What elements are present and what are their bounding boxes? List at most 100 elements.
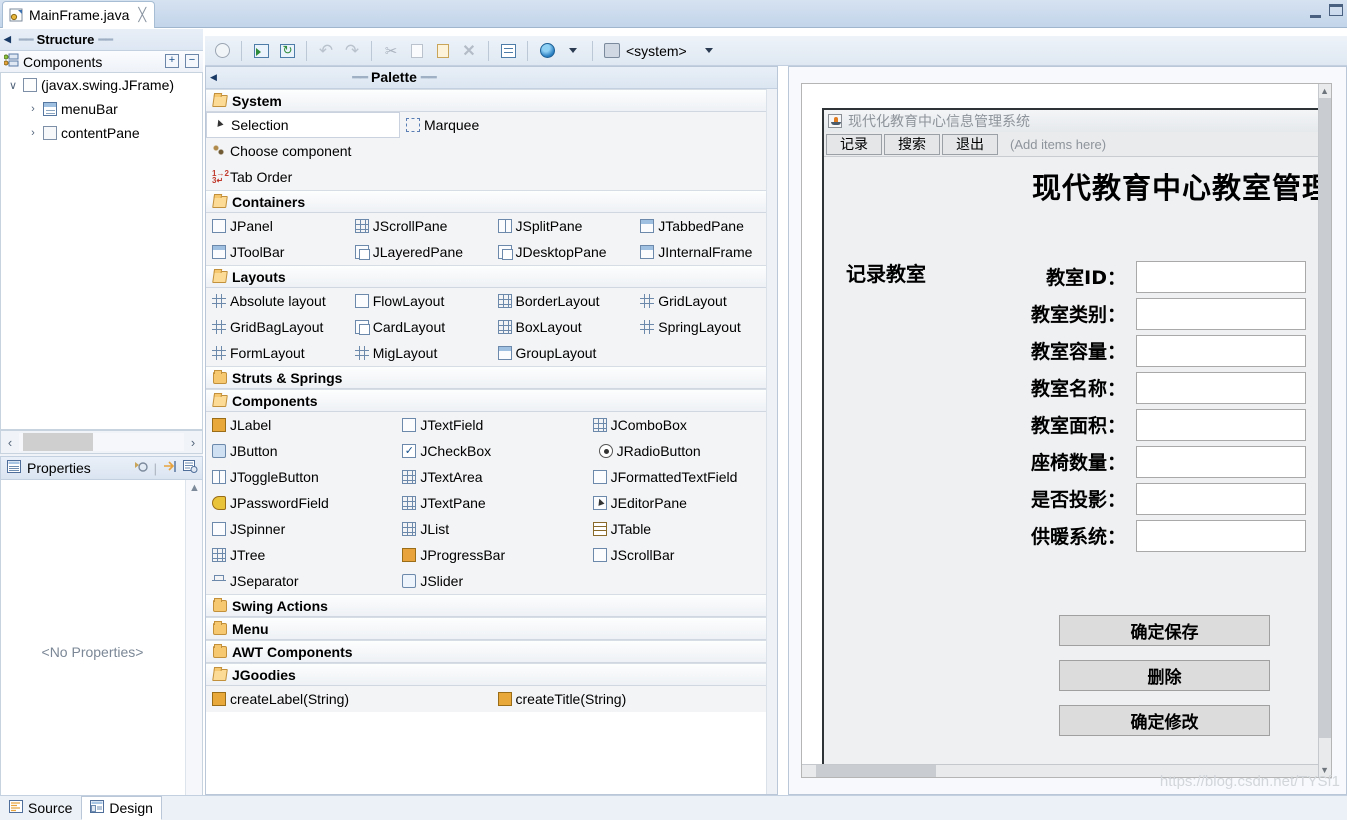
palette-item-jbutton[interactable]: JButton bbox=[206, 438, 396, 464]
classroom-id-input[interactable] bbox=[1136, 261, 1306, 293]
palette-item-grouplayout[interactable]: GroupLayout bbox=[492, 340, 635, 366]
paste-icon[interactable] bbox=[431, 39, 455, 63]
form-icon[interactable] bbox=[496, 39, 520, 63]
palette-item-jlabel[interactable]: JLabel bbox=[206, 412, 396, 438]
design-canvas[interactable]: 现代化教育中心信息管理系统 记录 搜索 退出 (Add items here) … bbox=[801, 83, 1332, 778]
palette-item-jspinner[interactable]: JSpinner bbox=[206, 516, 396, 542]
palette-item-jinternalframe[interactable]: JInternalFrame bbox=[634, 239, 777, 265]
palette-item-springlayout[interactable]: SpringLayout bbox=[634, 314, 777, 340]
bulb-icon[interactable] bbox=[210, 39, 234, 63]
delete-button[interactable]: 删除 bbox=[1059, 660, 1270, 691]
palette-item-jeditorpane[interactable]: JEditorPane bbox=[587, 490, 777, 516]
palette-vertical-scrollbar[interactable] bbox=[766, 89, 777, 794]
palette-category-layouts[interactable]: Layouts bbox=[206, 265, 777, 288]
scroll-up-icon[interactable]: ▲ bbox=[186, 480, 203, 497]
jmenubar[interactable]: 记录 搜索 退出 (Add items here) bbox=[824, 132, 1332, 157]
editor-tab-mainframe[interactable]: MainFrame.java ╳ bbox=[2, 1, 155, 28]
close-icon[interactable]: ╳ bbox=[138, 7, 146, 23]
palette-item-jslider[interactable]: JSlider bbox=[396, 568, 586, 594]
save-button[interactable]: 确定保存 bbox=[1059, 615, 1270, 646]
scroll-thumb[interactable] bbox=[1319, 98, 1331, 738]
maximize-icon[interactable] bbox=[1329, 4, 1343, 16]
palette-item-jdesktoppane[interactable]: JDesktopPane bbox=[492, 239, 635, 265]
palette-category-jgoodies[interactable]: JGoodies bbox=[206, 663, 777, 686]
palette-item-choose-component[interactable]: Choose component bbox=[206, 138, 399, 164]
palette-item-createtitle[interactable]: createTitle(String) bbox=[492, 686, 778, 712]
globe-icon[interactable] bbox=[535, 39, 559, 63]
classroom-area-input[interactable] bbox=[1136, 409, 1306, 441]
heating-system-input[interactable] bbox=[1136, 520, 1306, 552]
palette-item-miglayout[interactable]: MigLayout bbox=[349, 340, 492, 366]
classroom-capacity-input[interactable] bbox=[1136, 335, 1306, 367]
palette-item-jtextpane[interactable]: JTextPane bbox=[396, 490, 586, 516]
palette-item-jcombobox[interactable]: JComboBox bbox=[587, 412, 777, 438]
properties-vertical-scrollbar[interactable]: ▲ ▼ bbox=[185, 480, 202, 820]
menu-item-exit[interactable]: 退出 bbox=[942, 134, 998, 155]
palette-item-jtextfield[interactable]: JTextField bbox=[396, 412, 586, 438]
refresh-icon[interactable] bbox=[275, 39, 299, 63]
palette-item-borderlayout[interactable]: BorderLayout bbox=[492, 288, 635, 314]
palette-item-jtogglebutton[interactable]: JToggleButton bbox=[206, 464, 396, 490]
palette-item-jlist[interactable]: JList bbox=[396, 516, 586, 542]
redo-icon[interactable]: ↷ bbox=[340, 39, 364, 63]
menu-item-search[interactable]: 搜索 bbox=[884, 134, 940, 155]
system-selector[interactable]: <system> bbox=[604, 43, 713, 59]
tab-source[interactable]: Source bbox=[0, 796, 81, 820]
palette-collapse-icon[interactable]: ◀ bbox=[206, 72, 221, 83]
tree-item-menubar[interactable]: › menuBar bbox=[1, 97, 202, 121]
classroom-type-input[interactable] bbox=[1136, 298, 1306, 330]
twisty-icon[interactable]: ∨ bbox=[7, 79, 19, 92]
palette-item-boxlayout[interactable]: BoxLayout bbox=[492, 314, 635, 340]
palette-item-tab-order[interactable]: 1→23↵ Tab Order bbox=[206, 164, 777, 190]
palette-item-jpanel[interactable]: JPanel bbox=[206, 213, 349, 239]
twisty-icon[interactable]: › bbox=[27, 127, 39, 139]
tree-item-contentpane[interactable]: › contentPane bbox=[1, 121, 202, 145]
palette-item-absolute-layout[interactable]: Absolute layout bbox=[206, 288, 349, 314]
expand-all-icon[interactable]: + bbox=[165, 54, 179, 68]
palette-item-jtextarea[interactable]: JTextArea bbox=[396, 464, 586, 490]
scroll-left-icon[interactable]: ‹ bbox=[1, 435, 19, 450]
palette-category-awt-components[interactable]: AWT Components bbox=[206, 640, 777, 663]
palette-item-marquee[interactable]: Marquee bbox=[400, 112, 585, 138]
show-events-icon[interactable] bbox=[134, 460, 148, 476]
palette-category-menu[interactable]: Menu bbox=[206, 617, 777, 640]
tree-item-jframe[interactable]: ∨ (javax.swing.JFrame) bbox=[1, 73, 202, 97]
scroll-track[interactable] bbox=[19, 433, 184, 451]
design-vertical-scrollbar[interactable]: ▲ ▼ bbox=[1318, 84, 1331, 777]
palette-item-cardlayout[interactable]: CardLayout bbox=[349, 314, 492, 340]
palette-item-jformattedtextfield[interactable]: JFormattedTextField bbox=[587, 464, 777, 490]
palette-item-jpasswordfield[interactable]: JPasswordField bbox=[206, 490, 396, 516]
delete-icon[interactable]: ✕ bbox=[457, 39, 481, 63]
palette-item-jlayeredpane[interactable]: JLayeredPane bbox=[349, 239, 492, 265]
jframe-preview[interactable]: 现代化教育中心信息管理系统 记录 搜索 退出 (Add items here) … bbox=[822, 108, 1332, 778]
palette-category-struts-springs[interactable]: Struts & Springs bbox=[206, 366, 777, 389]
run-icon[interactable] bbox=[249, 39, 273, 63]
system-dropdown-icon[interactable] bbox=[705, 48, 713, 53]
tab-design[interactable]: Design bbox=[81, 796, 162, 820]
menu-item-records[interactable]: 记录 bbox=[826, 134, 882, 155]
structure-tree[interactable]: ∨ (javax.swing.JFrame) › menuBar › conte… bbox=[0, 73, 203, 430]
palette-item-flowlayout[interactable]: FlowLayout bbox=[349, 288, 492, 314]
properties-panel[interactable]: <No Properties> ▲ ▼ bbox=[0, 480, 203, 820]
copy-icon[interactable] bbox=[405, 39, 429, 63]
modify-button[interactable]: 确定修改 bbox=[1059, 705, 1270, 736]
palette-item-jtable[interactable]: JTable bbox=[587, 516, 777, 542]
goto-definition-icon[interactable] bbox=[163, 460, 177, 476]
properties-filter-icon[interactable] bbox=[183, 460, 198, 476]
palette-item-jscrollpane[interactable]: JScrollPane bbox=[349, 213, 492, 239]
collapse-all-icon[interactable]: − bbox=[185, 54, 199, 68]
globe-dropdown-icon[interactable] bbox=[561, 39, 585, 63]
palette-item-jtoolbar[interactable]: JToolBar bbox=[206, 239, 349, 265]
scroll-thumb[interactable] bbox=[816, 765, 936, 777]
cut-icon[interactable]: ✂ bbox=[379, 39, 403, 63]
seat-count-input[interactable] bbox=[1136, 446, 1306, 478]
palette-item-createlabel[interactable]: createLabel(String) bbox=[206, 686, 492, 712]
palette-item-gridbaglayout[interactable]: GridBagLayout bbox=[206, 314, 349, 340]
has-projector-input[interactable] bbox=[1136, 483, 1306, 515]
palette-item-gridlayout[interactable]: GridLayout bbox=[634, 288, 777, 314]
palette-item-formlayout[interactable]: FormLayout bbox=[206, 340, 349, 366]
palette-item-jtree[interactable]: JTree bbox=[206, 542, 396, 568]
palette-category-swing-actions[interactable]: Swing Actions bbox=[206, 594, 777, 617]
palette-item-jradiobutton[interactable]: JRadioButton bbox=[587, 438, 777, 464]
palette-item-jseparator[interactable]: JSeparator bbox=[206, 568, 396, 594]
